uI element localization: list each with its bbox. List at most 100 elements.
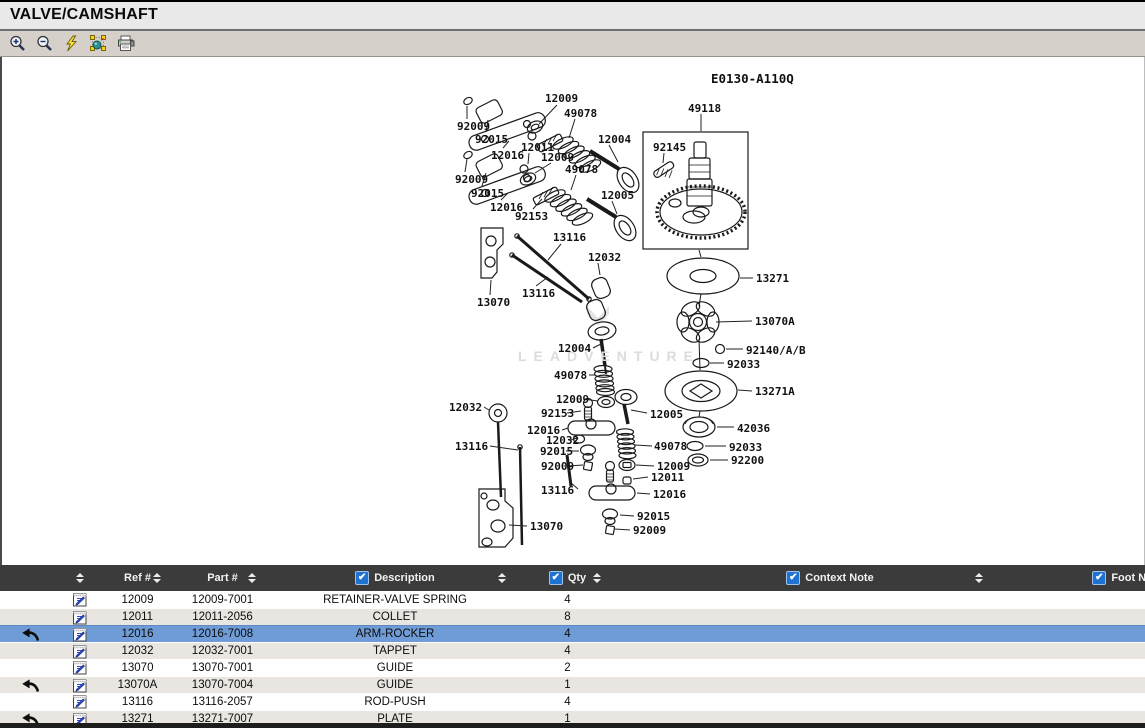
table-row-12011[interactable]: 1201112011-2056COLLET8 [0,608,1145,625]
part-label-92015[interactable]: 92015 [540,446,573,457]
column-checkbox-foot[interactable]: ✔ [1092,571,1106,585]
part-label-92153[interactable]: 92153 [541,408,574,419]
part-label-13116[interactable]: 13116 [455,441,488,452]
part-label-13070[interactable]: 13070 [530,521,563,532]
column-header-desc[interactable]: ✔Description [270,565,520,591]
part-label-12011[interactable]: 12011 [651,472,684,483]
part-label-92015[interactable]: 92015 [637,511,670,522]
part-label-92009[interactable]: 92009 [541,461,574,472]
column-header-foot[interactable]: ✔ Foot Note [1045,565,1145,591]
part-label-92145[interactable]: 92145 [653,142,686,153]
notes-icon[interactable] [60,660,100,675]
part-label-13116[interactable]: 13116 [553,232,586,243]
table-row-13070A[interactable]: 13070A13070-7004GUIDE1 [0,676,1145,693]
column-header-select [0,565,60,591]
cell-desc: RETAINER-VALVE SPRING [270,594,520,606]
column-label-foot: Foot Note [1111,572,1145,584]
part-label-13116[interactable]: 13116 [522,288,555,299]
cell-part: 13070-7001 [175,662,270,674]
column-header-part[interactable]: Part # [175,565,270,591]
part-label-12004[interactable]: 12004 [598,134,631,145]
part-label-12016[interactable]: 12016 [653,489,686,500]
cell-desc: GUIDE [270,679,520,691]
sort-icon[interactable] [498,573,506,583]
cell-qty: 4 [520,594,615,606]
cell-desc: ARM-ROCKER [270,628,520,640]
part-label-13271[interactable]: 13271 [756,273,789,284]
zoom-out-icon[interactable] [34,34,54,53]
notes-icon[interactable] [60,644,100,659]
part-label-42036[interactable]: 42036 [737,423,770,434]
part-label-92009[interactable]: 92009 [457,121,490,132]
part-label-49078[interactable]: 49078 [554,370,587,381]
cell-desc: GUIDE [270,662,520,674]
part-label-12009[interactable]: 12009 [545,93,578,104]
column-checkbox-desc[interactable]: ✔ [355,571,369,585]
sort-icon[interactable] [248,573,256,583]
notes-icon[interactable] [60,678,100,693]
diagram-panel: E0130-A110Q LEADVENTURE 1200949078920099… [0,57,1145,565]
column-header-notes[interactable] [60,565,100,591]
back-arrow-icon[interactable] [0,679,60,692]
column-label-ref: Ref # [124,572,151,584]
table-row-12016[interactable]: 1201612016-7008ARM-ROCKER4 [0,625,1145,642]
part-label-92153[interactable]: 92153 [515,211,548,222]
table-row-13070[interactable]: 1307013070-7001GUIDE2 [0,659,1145,676]
toolbar [0,31,1145,57]
part-label-92009[interactable]: 92009 [455,174,488,185]
cell-part: 12011-2056 [175,611,270,623]
notes-icon[interactable] [60,627,100,642]
part-label-12032[interactable]: 12032 [588,252,621,263]
cell-ref: 13070A [100,679,175,691]
sort-icon[interactable] [593,573,601,583]
part-label-92033[interactable]: 92033 [729,442,762,453]
back-arrow-icon[interactable] [0,628,60,641]
cell-desc: COLLET [270,611,520,623]
part-label-13116[interactable]: 13116 [541,485,574,496]
part-label-12016[interactable]: 12016 [491,150,524,161]
table-row-12009[interactable]: 1200912009-7001RETAINER-VALVE SPRING4 [0,591,1145,608]
table-row-13116[interactable]: 1311613116-2057ROD-PUSH4 [0,693,1145,710]
cell-qty: 4 [520,628,615,640]
part-label-92015[interactable]: 92015 [471,188,504,199]
part-label-49118[interactable]: 49118 [688,103,721,114]
part-label-92033[interactable]: 92033 [727,359,760,370]
cell-ref: 13116 [100,696,175,708]
select-tool-icon[interactable] [88,34,108,53]
part-label-13070[interactable]: 13070 [477,297,510,308]
column-header-ref[interactable]: Ref # [100,565,175,591]
part-label-49078[interactable]: 49078 [564,108,597,119]
column-checkbox-qty[interactable]: ✔ [549,571,563,585]
part-label-12032[interactable]: 12032 [449,402,482,413]
part-label-92015[interactable]: 92015 [475,134,508,145]
part-label-92009[interactable]: 92009 [633,525,666,536]
part-label-13070A[interactable]: 13070A [755,316,795,327]
notes-icon[interactable] [60,592,100,607]
lightning-icon[interactable] [61,34,81,53]
zoom-in-icon[interactable] [7,34,27,53]
part-label-12005[interactable]: 12005 [650,409,683,420]
sort-icon[interactable] [975,573,983,583]
sort-icon[interactable] [153,573,161,583]
column-checkbox-context[interactable]: ✔ [786,571,800,585]
cell-qty: 2 [520,662,615,674]
part-label-49078[interactable]: 49078 [565,164,598,175]
part-label-49078[interactable]: 49078 [654,441,687,452]
notes-icon[interactable] [60,694,100,709]
part-label-12004[interactable]: 12004 [558,343,591,354]
cell-desc: ROD-PUSH [270,696,520,708]
part-label-92200[interactable]: 92200 [731,455,764,466]
print-icon[interactable] [115,34,135,53]
column-header-context[interactable]: ✔Context Note [615,565,1045,591]
part-label-12009[interactable]: 12009 [541,152,574,163]
cell-part: 13116-2057 [175,696,270,708]
part-label-12009[interactable]: 12009 [556,394,589,405]
column-header-qty[interactable]: ✔Qty [520,565,615,591]
part-label-13271A[interactable]: 13271A [755,386,795,397]
notes-icon[interactable] [60,610,100,625]
bottom-strip [0,723,1145,728]
sort-icon[interactable] [76,573,84,583]
table-row-12032[interactable]: 1203212032-7001TAPPET4 [0,642,1145,659]
part-label-12005[interactable]: 12005 [601,190,634,201]
part-label-92140/A/B[interactable]: 92140/A/B [746,345,806,356]
